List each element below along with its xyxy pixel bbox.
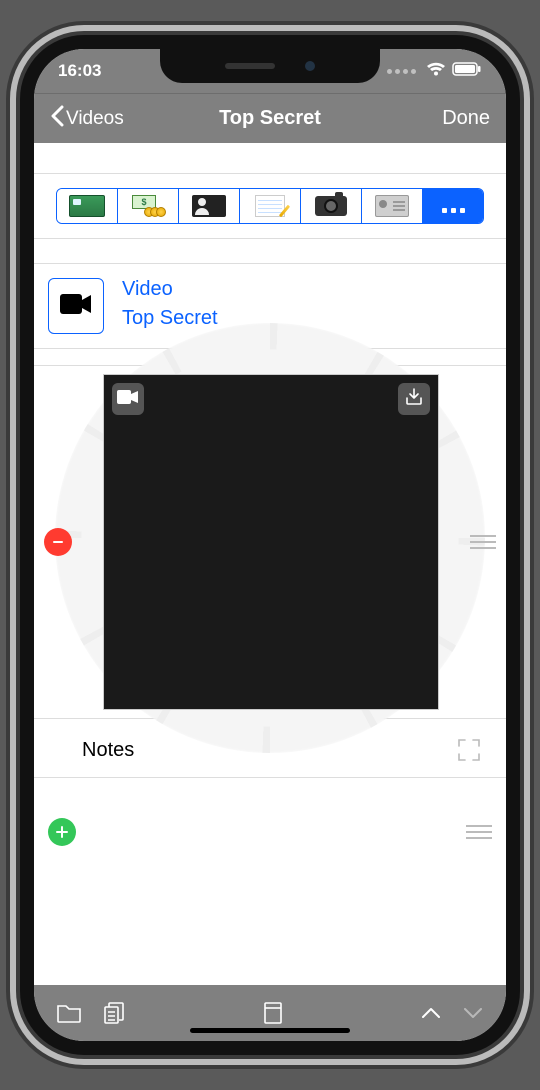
delete-attachment-button[interactable] bbox=[44, 528, 72, 556]
reorder-handle[interactable] bbox=[470, 535, 496, 549]
video-preview[interactable] bbox=[103, 374, 439, 710]
back-label: Videos bbox=[66, 108, 124, 130]
back-button[interactable]: Videos bbox=[50, 105, 124, 133]
video-camera-icon bbox=[117, 390, 139, 409]
reorder-handle[interactable] bbox=[466, 825, 492, 839]
item-title[interactable]: Top Secret bbox=[122, 307, 218, 330]
folder-button[interactable] bbox=[56, 1002, 82, 1024]
nav-bar: Videos Top Secret Done bbox=[34, 93, 506, 143]
video-type-chip bbox=[112, 383, 144, 415]
category-profile[interactable] bbox=[179, 189, 240, 223]
category-credit-card[interactable] bbox=[57, 189, 118, 223]
item-type-label[interactable]: Video bbox=[122, 278, 218, 301]
category-id-card[interactable] bbox=[362, 189, 423, 223]
home-indicator[interactable] bbox=[190, 1028, 350, 1033]
battery-icon bbox=[452, 61, 482, 81]
chevron-left-icon bbox=[50, 105, 64, 133]
item-header: Video Top Secret bbox=[34, 264, 506, 348]
download-icon bbox=[404, 387, 424, 412]
category-camera[interactable] bbox=[301, 189, 362, 223]
video-camera-icon bbox=[59, 293, 93, 320]
cell-signal-icon bbox=[387, 69, 416, 74]
add-attachment-button[interactable] bbox=[48, 818, 76, 846]
notes-label[interactable]: Notes bbox=[82, 739, 134, 762]
item-type-icon-box[interactable] bbox=[48, 278, 104, 334]
category-notepad[interactable] bbox=[240, 189, 301, 223]
category-more[interactable] bbox=[423, 189, 483, 223]
expand-icon[interactable] bbox=[456, 737, 482, 763]
download-video-button[interactable] bbox=[398, 383, 430, 415]
copy-button[interactable] bbox=[102, 1001, 126, 1025]
category-selector bbox=[34, 174, 506, 238]
status-time: 16:03 bbox=[58, 61, 101, 81]
category-money[interactable] bbox=[118, 189, 179, 223]
done-button[interactable]: Done bbox=[442, 107, 490, 130]
next-button[interactable] bbox=[462, 1006, 484, 1020]
document-button[interactable] bbox=[263, 1001, 283, 1025]
prev-button[interactable] bbox=[420, 1006, 442, 1020]
wifi-icon bbox=[426, 61, 446, 81]
